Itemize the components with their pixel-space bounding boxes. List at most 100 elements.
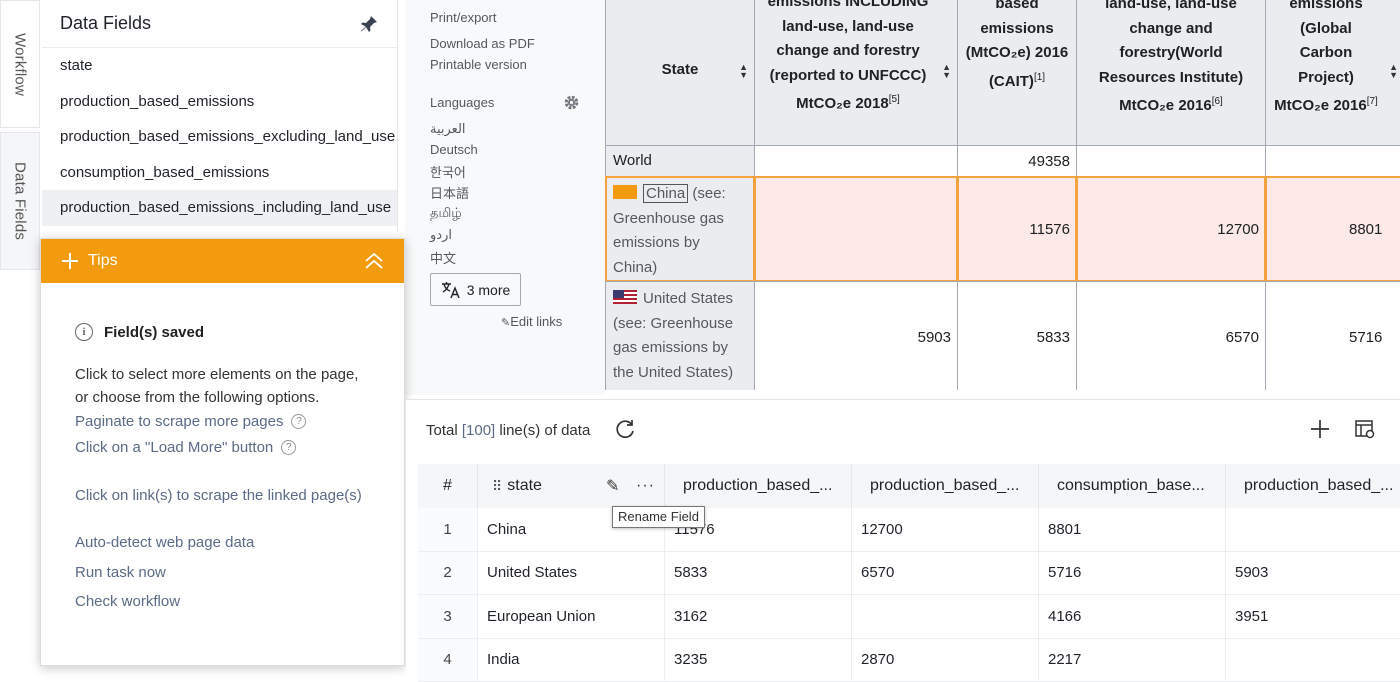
- sort-icon[interactable]: ▲ ▼: [1389, 62, 1398, 79]
- printable-version-link[interactable]: Printable version: [430, 57, 527, 72]
- more-languages-button[interactable]: 3 more: [430, 273, 521, 306]
- td-china-state[interactable]: China (see: Greenhouse gas emissions by …: [605, 176, 755, 282]
- th-col2-wrap: based emissions (MtCO₂e) 2016 (CAIT)[1]: [962, 0, 1072, 94]
- us-link[interactable]: United States: [643, 290, 733, 307]
- load-more-option-label: Click on a "Load More" button: [75, 439, 274, 456]
- cell-index[interactable]: 1: [418, 508, 478, 552]
- th-col3[interactable]: land-use, land-use change and forestry(W…: [1076, 0, 1266, 146]
- total-count: [100]: [461, 421, 496, 439]
- th-col4[interactable]: emissions (Global Carbon Project) MtCO₂e…: [1265, 0, 1400, 146]
- cell-index[interactable]: 2: [418, 551, 478, 595]
- cell-index[interactable]: 4: [418, 638, 478, 682]
- cell-production-2[interactable]: 2870: [852, 638, 1039, 682]
- edit-links-link[interactable]: ✎Edit links: [501, 314, 562, 329]
- th-col4-ref[interactable]: [7]: [1367, 96, 1378, 107]
- column-settings-icon[interactable]: [1354, 418, 1376, 440]
- cell-index[interactable]: 3: [418, 595, 478, 639]
- cell-consumption[interactable]: 5716: [1039, 551, 1226, 595]
- td-us-c3: 6570: [1076, 281, 1266, 390]
- td-china-c3[interactable]: 12700: [1076, 176, 1266, 282]
- td-us-state[interactable]: United States (see: Greenhouse gas emiss…: [605, 281, 755, 390]
- field-item-consumption-based-emissions[interactable]: consumption_based_emissions: [42, 155, 397, 191]
- th-col2[interactable]: based emissions (MtCO₂e) 2016 (CAIT)[1]: [957, 0, 1077, 146]
- td-china-c1[interactable]: [754, 176, 958, 282]
- rename-pencil-icon[interactable]: ✎: [606, 476, 619, 496]
- help-icon[interactable]: ?: [281, 440, 297, 455]
- sort-icon[interactable]: ▲ ▼: [739, 62, 748, 79]
- th-col1-ref[interactable]: [5]: [889, 94, 900, 105]
- load-more-option[interactable]: Click on a "Load More" button?: [75, 439, 370, 456]
- th-col2-ref[interactable]: [1]: [1034, 72, 1045, 83]
- drag-handle-icon[interactable]: ⠿: [492, 478, 502, 495]
- field-item-state[interactable]: state: [42, 48, 397, 84]
- tips-header[interactable]: Tips: [41, 239, 404, 283]
- cell-state[interactable]: European Union: [478, 595, 665, 639]
- cell-state[interactable]: United States: [478, 551, 665, 595]
- china-link[interactable]: China: [643, 184, 689, 203]
- td-world-c1: [754, 145, 958, 177]
- td-us-c2: 5833: [957, 281, 1077, 390]
- td-china-c2[interactable]: 11576: [957, 176, 1077, 282]
- th-col1[interactable]: emissions INCLUDING land-use, land-use c…: [754, 0, 958, 146]
- us-state-text: United States (see: Greenhouse gas emiss…: [606, 282, 754, 390]
- tab-data-fields-label: Data Fields: [11, 161, 29, 241]
- td-china-c4[interactable]: 8801: [1265, 176, 1400, 282]
- paginate-option[interactable]: Paginate to scrape more pages?: [75, 413, 370, 430]
- cell-production-3[interactable]: [1226, 639, 1400, 682]
- lang-japanese[interactable]: 日本語: [430, 183, 469, 202]
- lang-tamil[interactable]: தமிழ்: [430, 205, 462, 222]
- cell-production-1[interactable]: 3235: [665, 638, 852, 682]
- col-header-production-1[interactable]: production_based_...: [665, 464, 852, 508]
- lang-german[interactable]: Deutsch: [430, 142, 478, 157]
- th-col4-wrap: emissions (Global Carbon Project) MtCO₂e…: [1274, 0, 1378, 119]
- collapse-chevron-icon[interactable]: [364, 252, 384, 270]
- print-export-link[interactable]: Print/export: [430, 10, 496, 25]
- cell-production-1[interactable]: 3162: [665, 595, 852, 639]
- check-workflow-option[interactable]: Check workflow: [75, 593, 370, 610]
- cell-production-2[interactable]: [852, 595, 1039, 639]
- lang-korean[interactable]: 한국어: [430, 162, 466, 181]
- tips-body: i Field(s) saved Click to select more el…: [41, 323, 404, 610]
- cell-production-2[interactable]: 6570: [852, 551, 1039, 595]
- help-icon[interactable]: ?: [291, 414, 307, 429]
- field-item-production-including-land-use[interactable]: production_based_emissions_including_lan…: [42, 190, 397, 226]
- cell-production-3[interactable]: 3951: [1226, 595, 1400, 639]
- field-item-production-excluding-land-use[interactable]: production_based_emissions_excluding_lan…: [42, 119, 397, 155]
- th-col3-ref[interactable]: [6]: [1212, 96, 1223, 107]
- th-state[interactable]: State ▲ ▼: [605, 0, 755, 146]
- tips-description: Click to select more elements on the pag…: [75, 366, 359, 406]
- tab-workflow[interactable]: Workflow: [0, 0, 40, 128]
- tab-data-fields[interactable]: Data Fields: [0, 132, 40, 270]
- col-header-consumption[interactable]: consumption_base...: [1039, 464, 1226, 508]
- china-flag-icon: [613, 185, 637, 199]
- cell-state[interactable]: India: [478, 638, 665, 682]
- lang-chinese[interactable]: 中文: [430, 248, 456, 267]
- run-task-option[interactable]: Run task now: [75, 564, 370, 581]
- lang-urdu[interactable]: اردو: [430, 227, 452, 243]
- more-options-icon[interactable]: ···: [636, 477, 655, 495]
- pin-icon[interactable]: [359, 14, 379, 34]
- cell-consumption[interactable]: 8801: [1039, 508, 1226, 552]
- cell-production-3[interactable]: 5903: [1226, 552, 1400, 595]
- td-us-c1: 5903: [754, 281, 958, 390]
- lang-arabic[interactable]: العربية: [430, 121, 466, 137]
- scrape-linked-option[interactable]: Click on link(s) to scrape the linked pa…: [75, 487, 370, 504]
- col-header-state-label: state: [507, 477, 542, 494]
- sort-icon[interactable]: ▲ ▼: [942, 62, 951, 79]
- refresh-icon[interactable]: [614, 418, 636, 440]
- col-header-production-2[interactable]: production_based_...: [852, 464, 1039, 508]
- us-see-also[interactable]: (see: Greenhouse gas emissions by the Un…: [613, 315, 733, 381]
- cell-production-2[interactable]: 12700: [852, 508, 1039, 552]
- col-header-state[interactable]: ⠿ state ✎ ···: [478, 464, 665, 508]
- col-header-production-3[interactable]: production_based_...: [1226, 464, 1400, 508]
- add-icon[interactable]: [1309, 418, 1331, 440]
- gear-icon[interactable]: [563, 94, 580, 111]
- cell-consumption[interactable]: 2217: [1039, 638, 1226, 682]
- download-pdf-link[interactable]: Download as PDF: [430, 36, 535, 51]
- auto-detect-option[interactable]: Auto-detect web page data: [75, 534, 370, 551]
- cell-production-3[interactable]: [1226, 508, 1400, 552]
- field-item-production-based-emissions[interactable]: production_based_emissions: [42, 84, 397, 120]
- cell-consumption[interactable]: 4166: [1039, 595, 1226, 639]
- cell-production-1[interactable]: 5833: [665, 551, 852, 595]
- edit-links-label: Edit links: [510, 314, 563, 329]
